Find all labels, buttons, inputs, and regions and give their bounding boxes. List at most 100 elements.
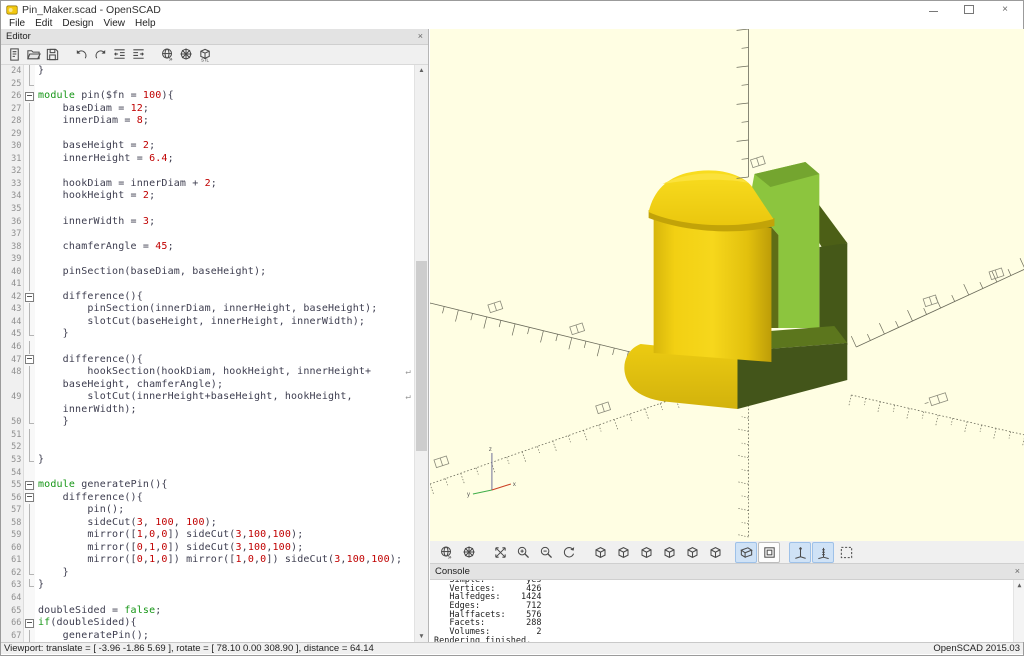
code-line[interactable]: difference(){ — [35, 291, 414, 304]
fold-margin[interactable] — [24, 354, 35, 367]
fold-margin[interactable] — [24, 429, 35, 442]
fold-margin[interactable] — [24, 228, 35, 241]
show-axes-button[interactable] — [789, 542, 811, 563]
menu-edit[interactable]: Edit — [30, 18, 57, 29]
code-line[interactable]: baseHeight = 2; — [35, 140, 414, 153]
code-line[interactable]: chamferAngle = 45; — [35, 241, 414, 254]
unindent-button[interactable] — [110, 46, 129, 63]
editor-scrollbar-thumb[interactable] — [416, 261, 427, 451]
render-button[interactable] — [458, 542, 480, 563]
code-line[interactable]: sideCut(3, 100, 100); — [35, 517, 414, 530]
fold-margin[interactable] — [24, 517, 35, 530]
fold-margin[interactable] — [24, 140, 35, 153]
code-line[interactable]: module pin($fn = 100){ — [35, 90, 414, 103]
fold-margin[interactable] — [24, 253, 35, 266]
perspective-button[interactable] — [735, 542, 757, 563]
fold-margin[interactable] — [24, 391, 35, 404]
code-line[interactable]: pinSection(baseDiam, baseHeight); — [35, 266, 414, 279]
fold-margin[interactable] — [24, 178, 35, 191]
fold-margin[interactable] — [24, 241, 35, 254]
menu-file[interactable]: File — [4, 18, 30, 29]
zoom-all-button[interactable] — [489, 542, 511, 563]
fold-margin[interactable] — [24, 605, 35, 618]
code-line[interactable]: } — [35, 328, 414, 341]
fold-margin[interactable] — [24, 190, 35, 203]
fold-marker-icon[interactable] — [25, 481, 34, 490]
code-line[interactable]: doubleSided = false; — [35, 605, 414, 618]
zoom-in-button[interactable] — [512, 542, 534, 563]
code-line[interactable]: hookSection(hookDiam, hookHeight, innerH… — [35, 366, 414, 379]
menu-help[interactable]: Help — [130, 18, 161, 29]
fold-margin[interactable] — [24, 128, 35, 141]
code-line[interactable]: difference(){ — [35, 354, 414, 367]
fold-margin[interactable] — [24, 216, 35, 229]
fold-margin[interactable] — [24, 504, 35, 517]
code-line[interactable]: slotCut(baseHeight, innerHeight, innerWi… — [35, 316, 414, 329]
code-line[interactable]: if(doubleSided){ — [35, 617, 414, 630]
code-line[interactable] — [35, 278, 414, 291]
console-dock-header[interactable]: Console × — [430, 564, 1024, 580]
fold-margin[interactable] — [24, 617, 35, 630]
preview-button[interactable]: » — [158, 46, 177, 63]
code-line[interactable]: baseDiam = 12; — [35, 103, 414, 116]
code-line[interactable] — [35, 228, 414, 241]
fold-margin[interactable] — [24, 278, 35, 291]
code-line[interactable]: mirror([0,1,0]) sideCut(3,100,100); — [35, 542, 414, 555]
fold-margin[interactable] — [24, 291, 35, 304]
fold-margin[interactable] — [24, 379, 35, 392]
code-line[interactable] — [35, 253, 414, 266]
console-scrollbar[interactable]: ▲ — [1013, 580, 1024, 642]
fold-margin[interactable] — [24, 203, 35, 216]
preview-button[interactable]: » — [435, 542, 457, 563]
close-button[interactable]: × — [987, 1, 1023, 18]
code-line[interactable] — [35, 203, 414, 216]
fold-margin[interactable] — [24, 341, 35, 354]
code-line[interactable] — [35, 341, 414, 354]
viewport-3d-canvas[interactable]: zxy — [430, 29, 1024, 541]
menu-design[interactable]: Design — [57, 18, 98, 29]
fold-margin[interactable] — [24, 65, 35, 78]
code-line[interactable]: difference(){ — [35, 492, 414, 505]
code-line[interactable]: } — [35, 65, 414, 78]
code-area[interactable]: } module pin($fn = 100){ baseDiam = 12; i… — [35, 65, 414, 642]
code-line[interactable]: } — [35, 579, 414, 592]
code-line[interactable] — [35, 592, 414, 605]
fold-marker-icon[interactable] — [25, 619, 34, 628]
fold-margin[interactable] — [24, 90, 35, 103]
fold-margin[interactable] — [24, 366, 35, 379]
console-body[interactable]: Simple: yes Vertices: 426 Halfedges: 142… — [430, 580, 1024, 642]
code-line[interactable]: generatePin(); — [35, 630, 414, 642]
fold-margin[interactable] — [24, 479, 35, 492]
fold-margin[interactable] — [24, 542, 35, 555]
fold-margin[interactable] — [24, 579, 35, 592]
editor-dock-header[interactable]: Editor × — [1, 29, 428, 45]
view-bottom-button[interactable] — [635, 542, 657, 563]
code-line[interactable]: innerDiam = 8; — [35, 115, 414, 128]
code-line[interactable]: hookDiam = innerDiam + 2; — [35, 178, 414, 191]
fold-margin[interactable] — [24, 554, 35, 567]
code-line[interactable]: pin(); — [35, 504, 414, 517]
fold-margin[interactable] — [24, 165, 35, 178]
fold-margin[interactable] — [24, 567, 35, 580]
fold-margin[interactable] — [24, 404, 35, 417]
fold-margin[interactable] — [24, 441, 35, 454]
redo-button[interactable] — [91, 46, 110, 63]
scroll-down-icon[interactable]: ▼ — [415, 631, 428, 642]
code-line[interactable]: baseHeight, chamferAngle); — [35, 379, 414, 392]
scroll-up-icon[interactable]: ▲ — [415, 65, 428, 76]
fold-margin[interactable] — [24, 529, 35, 542]
maximize-button[interactable] — [951, 1, 987, 18]
fold-margin[interactable] — [24, 416, 35, 429]
editor-scrollbar[interactable]: ▲ ▼ — [414, 65, 428, 642]
export-stl-button[interactable]: STL — [196, 46, 215, 63]
code-line[interactable]: module generatePin(){ — [35, 479, 414, 492]
console-dock-close-icon[interactable]: × — [1015, 567, 1020, 576]
fold-margin[interactable] — [24, 467, 35, 480]
new-button[interactable] — [5, 46, 24, 63]
code-line[interactable] — [35, 429, 414, 442]
fold-margin[interactable] — [24, 492, 35, 505]
editor-dock-close-icon[interactable]: × — [418, 32, 423, 41]
fold-margin[interactable] — [24, 103, 35, 116]
view-back-button[interactable] — [704, 542, 726, 563]
fold-margin[interactable] — [24, 316, 35, 329]
